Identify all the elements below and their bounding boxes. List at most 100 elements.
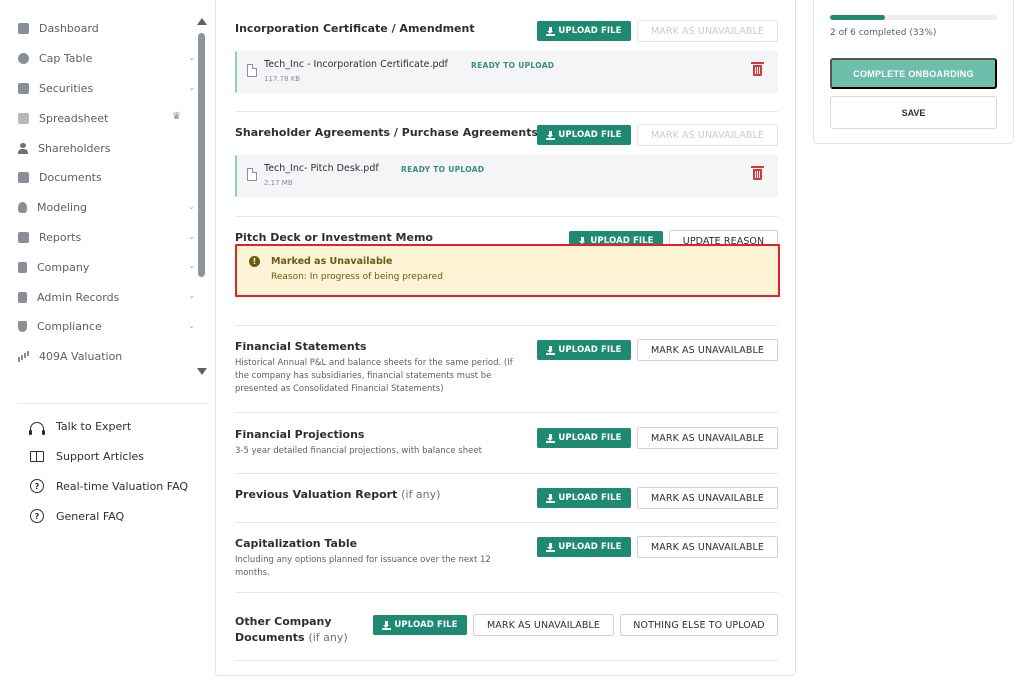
mark-unavailable-button[interactable]: MARK AS UNAVAILABLE [637, 536, 778, 558]
upload-file-button[interactable]: UPLOAD FILE [537, 125, 631, 145]
dashboard-icon [18, 23, 29, 35]
download-icon [546, 26, 556, 36]
progress-text: 2 of 6 completed (33%) [830, 28, 937, 38]
section-title: Pitch Deck or Investment Memo [235, 231, 433, 244]
upload-file-button[interactable]: UPLOAD FILE [537, 488, 631, 508]
file-icon [247, 168, 257, 181]
section-divider [235, 473, 778, 474]
sidebar-item-securities[interactable]: Securities ⌄ [0, 74, 195, 104]
section-previous-valuation: Previous Valuation Report (if any) UPLOA… [235, 485, 778, 515]
section-title: Financial Projections [235, 428, 365, 441]
button-label: UPLOAD FILE [558, 493, 622, 503]
save-button[interactable]: SAVE [830, 96, 997, 129]
table-icon [18, 112, 29, 124]
scrollbar-thumb[interactable] [198, 33, 205, 277]
building-icon [18, 261, 27, 273]
sidebar-item-label: Company [37, 260, 90, 274]
section-title: Capitalization Table [235, 537, 358, 550]
trash-icon[interactable] [751, 166, 764, 180]
upload-file-button[interactable]: UPLOAD FILE [373, 615, 467, 635]
help-circle-icon: ? [30, 509, 44, 524]
upload-file-button[interactable]: UPLOAD FILE [537, 537, 631, 557]
section-title: Shareholder Agreements / Purchase Agreem… [235, 126, 538, 139]
file-item: Tech_Inc - Incorporation Certificate.pdf… [235, 51, 778, 93]
sidebar-item-label: Shareholders [38, 141, 111, 155]
nothing-else-to-upload-button[interactable]: NOTHING ELSE TO UPLOAD [620, 614, 778, 636]
upload-file-button[interactable]: UPLOAD FILE [537, 428, 631, 448]
sidebar-item-shareholders[interactable]: Shareholders [0, 133, 195, 163]
section-description: Including any options planned for issuan… [235, 554, 491, 580]
mark-unavailable-button[interactable]: MARK AS UNAVAILABLE [637, 20, 778, 42]
chevron-down-icon: ⌄ [188, 291, 195, 301]
crown-icon: ♛ [172, 111, 181, 123]
file-status: READY TO UPLOAD [471, 61, 555, 70]
section-other-documents: Other Company Documents (if any) UPLOAD … [235, 612, 778, 652]
section-title-text: Documents [235, 631, 305, 644]
file-icon [247, 64, 257, 77]
upload-file-button[interactable]: UPLOAD FILE [537, 340, 631, 360]
description-line: 3-5 year detailed financial projections,… [235, 446, 482, 456]
section-divider [235, 660, 778, 661]
download-icon [546, 542, 556, 552]
support-item-label: Talk to Expert [56, 420, 132, 434]
documents-upload-card: Incorporation Certificate / Amendment UP… [215, 0, 796, 676]
chevron-down-icon: ⌄ [188, 201, 195, 211]
unavailable-title: Marked as Unavailable [271, 256, 393, 267]
report-icon [18, 231, 29, 243]
sidebar-item-compliance[interactable]: Compliance ⌄ [0, 312, 195, 342]
sidebar-item-admin-records[interactable]: Admin Records ⌄ [0, 282, 195, 312]
support-realtime-faq[interactable]: ? Real-time Valuation FAQ [30, 472, 188, 502]
section-title-line: Documents (if any) [235, 630, 348, 646]
section-capitalization-table: Capitalization Table Including any optio… [235, 535, 778, 585]
section-description: Historical Annual P&L and balance sheets… [235, 357, 513, 396]
sidebar-item-modeling[interactable]: Modeling ⌄ [0, 193, 195, 223]
records-icon [18, 291, 27, 303]
button-label: UPLOAD FILE [558, 26, 622, 36]
mark-unavailable-button[interactable]: MARK AS UNAVAILABLE [637, 427, 778, 449]
section-divider [235, 325, 778, 326]
chevron-down-icon: ⌄ [188, 320, 195, 330]
scroll-up-arrow-icon[interactable] [197, 18, 207, 25]
sidebar-item-label: Dashboard [39, 22, 99, 36]
support-talk-to-expert[interactable]: Talk to Expert [29, 412, 188, 442]
progress-bar [830, 15, 997, 20]
complete-onboarding-button[interactable]: COMPLETE ONBOARDING [830, 58, 997, 89]
sidebar-item-dashboard[interactable]: Dashboard [0, 14, 195, 44]
section-description: 3-5 year detailed financial projections,… [235, 445, 482, 458]
download-icon [382, 620, 392, 630]
sidebar-item-cap-table[interactable]: Cap Table ⌄ [0, 44, 195, 74]
chevron-down-icon: ⌄ [188, 231, 195, 241]
chevron-down-icon: ⌄ [188, 261, 195, 271]
sidebar-item-spreadsheet[interactable]: Spreadsheet ♛ [0, 103, 195, 133]
sidebar-nav: Dashboard Cap Table ⌄ Securities ⌄ Sprea… [0, 14, 195, 372]
file-size: 117.78 KB [264, 75, 301, 83]
scroll-down-arrow-icon[interactable] [197, 368, 207, 375]
button-label: UPLOAD FILE [558, 542, 622, 552]
support-general-faq[interactable]: ? General FAQ [30, 501, 188, 531]
support-links: Talk to Expert Support Articles ? Real-t… [29, 412, 188, 531]
trash-icon[interactable] [751, 62, 764, 76]
sidebar: Dashboard Cap Table ⌄ Securities ⌄ Sprea… [0, 0, 212, 683]
button-label: UPLOAD FILE [558, 433, 622, 443]
description-line: the company has subsidiaries, financial … [235, 371, 492, 381]
support-item-label: General FAQ [56, 509, 125, 523]
description-line: Including any options planned for issuan… [235, 555, 491, 565]
sidebar-item-documents[interactable]: Documents [0, 163, 195, 193]
sidebar-item-label: Spreadsheet [39, 111, 109, 125]
sidebar-item-reports[interactable]: Reports ⌄ [0, 223, 195, 253]
file-name: Tech_Inc - Incorporation Certificate.pdf [264, 59, 448, 70]
mark-unavailable-button[interactable]: MARK AS UNAVAILABLE [637, 487, 778, 509]
upload-file-button[interactable]: UPLOAD FILE [537, 21, 631, 41]
sidebar-item-company[interactable]: Company ⌄ [0, 252, 195, 282]
section-divider [235, 111, 778, 112]
mark-unavailable-button[interactable]: MARK AS UNAVAILABLE [637, 124, 778, 146]
support-articles[interactable]: Support Articles [30, 442, 188, 472]
sidebar-item-409a-valuation[interactable]: 409A Valuation [0, 342, 195, 372]
section-divider [235, 216, 778, 217]
section-divider [235, 592, 778, 593]
warning-icon: ! [249, 256, 260, 267]
mark-unavailable-button[interactable]: MARK AS UNAVAILABLE [473, 614, 614, 636]
section-shareholder-agreements: Shareholder Agreements / Purchase Agreem… [235, 123, 778, 203]
mark-unavailable-button[interactable]: MARK AS UNAVAILABLE [637, 339, 778, 361]
book-icon [30, 451, 44, 463]
